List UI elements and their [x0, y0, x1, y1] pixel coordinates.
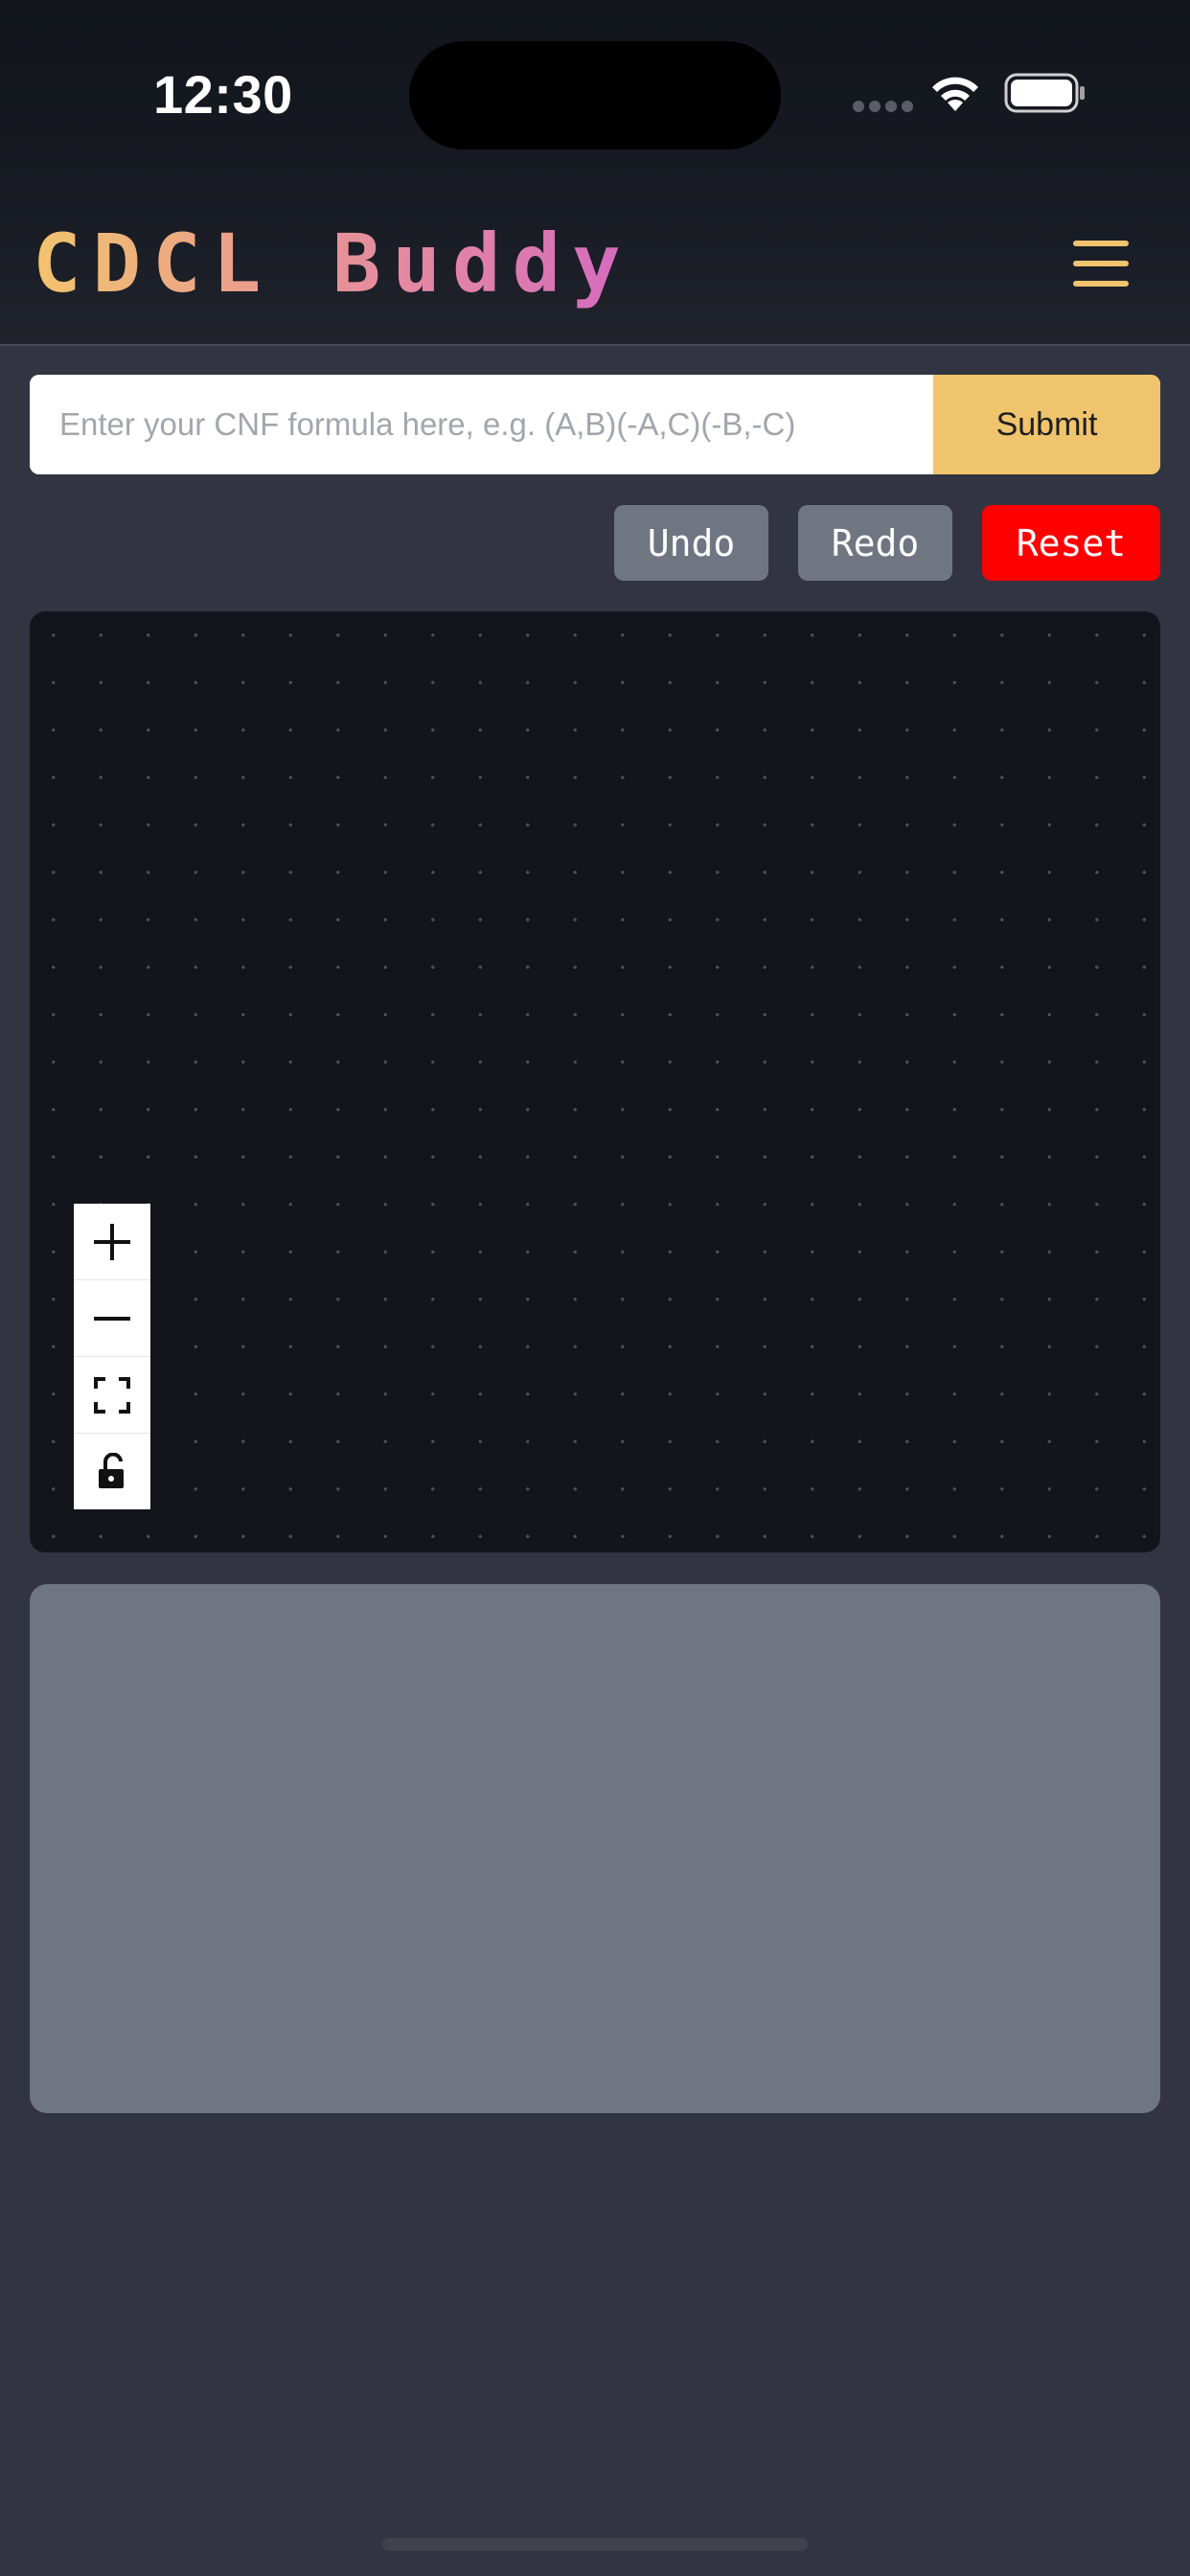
status-time: 12:30 [153, 64, 293, 125]
graph-controls [74, 1204, 150, 1509]
hamburger-menu-icon[interactable] [1073, 241, 1129, 287]
zoom-out-button[interactable] [74, 1280, 150, 1357]
graph-canvas[interactable] [30, 611, 1160, 1552]
cellular-signal-icon [853, 100, 918, 117]
fit-view-icon [94, 1376, 130, 1414]
output-panel [30, 1584, 1160, 2113]
wifi-icon [932, 77, 978, 111]
reset-button[interactable]: Reset [982, 505, 1160, 581]
fit-view-button[interactable] [74, 1357, 150, 1434]
top-bar: 12:30 CDCL Buddy [0, 0, 1190, 346]
redo-button[interactable]: Redo [798, 505, 952, 581]
minus-icon [94, 1316, 130, 1321]
zoom-in-button[interactable] [74, 1204, 150, 1280]
unlock-icon [99, 1452, 124, 1488]
dynamic-island [409, 41, 781, 150]
home-indicator [382, 2538, 808, 2551]
app-logo-title: CDCL Buddy [33, 217, 632, 310]
formula-form: Submit [30, 375, 1160, 474]
plus-icon [94, 1223, 130, 1260]
undo-button[interactable]: Undo [614, 505, 768, 581]
battery-icon [1004, 73, 1085, 113]
cnf-formula-input[interactable] [30, 375, 933, 474]
submit-button[interactable]: Submit [933, 375, 1160, 474]
lock-toggle-button[interactable] [74, 1434, 150, 1509]
